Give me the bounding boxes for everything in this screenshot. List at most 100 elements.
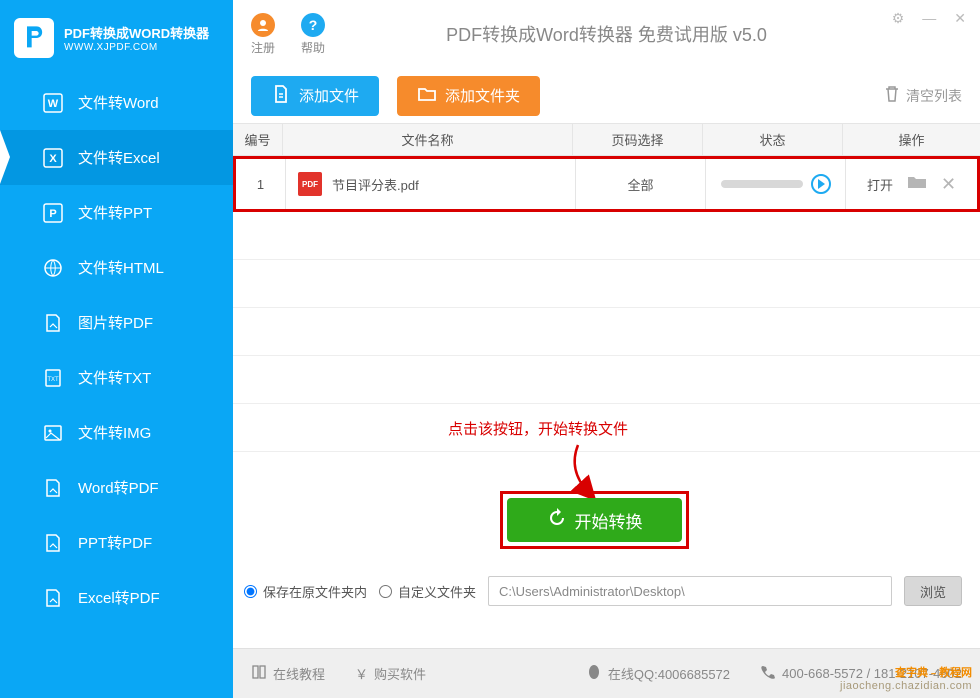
col-num: 编号 (233, 124, 283, 155)
start-button-label: 开始转换 (575, 508, 643, 533)
col-op: 操作 (843, 124, 980, 155)
toolbar: 添加文件 添加文件夹 清空列表 (233, 68, 980, 123)
save-same-folder-radio[interactable]: 保存在原文件夹内 (244, 582, 367, 601)
svg-text:TXT: TXT (47, 377, 59, 383)
row-status (706, 159, 846, 209)
minimize-icon[interactable]: — (922, 10, 936, 27)
table-row[interactable]: 1 PDF 节目评分表.pdf 全部 打开 ✕ (236, 159, 977, 209)
remove-icon[interactable]: ✕ (941, 174, 956, 195)
empty-rows (233, 212, 980, 452)
window-controls: ⚙ — ✕ (892, 10, 966, 27)
add-file-button[interactable]: 添加文件 (251, 76, 379, 116)
buy-link[interactable]: ￥购买软件 (355, 664, 426, 683)
tutorial-link[interactable]: 在线教程 (251, 664, 325, 683)
pdf-icon (42, 312, 64, 334)
ppt-icon: P (42, 202, 64, 224)
qq-contact[interactable]: 在线QQ:4006685572 (586, 664, 730, 683)
play-icon[interactable] (811, 174, 831, 194)
sidebar-item-label: Excel转PDF (78, 587, 160, 608)
browse-button[interactable]: 浏览 (904, 576, 962, 606)
col-page: 页码选择 (573, 124, 703, 155)
phone-icon (760, 664, 776, 683)
start-button-highlight: 开始转换 (500, 491, 689, 549)
row-name-cell: PDF 节目评分表.pdf (286, 159, 576, 209)
file-table: 编号 文件名称 页码选择 状态 操作 1 PDF 节目评分表.pdf 全部 (233, 123, 980, 452)
svg-text:X: X (49, 153, 57, 165)
folder-open-icon[interactable] (907, 174, 927, 195)
row-op: 打开 ✕ (846, 159, 977, 209)
sidebar-menu: W文件转Word X 文件转Excel P 文件转PPT 文件转HTML 图片转PD… (0, 75, 233, 698)
add-file-label: 添加文件 (299, 85, 359, 106)
sidebar-item-img2pdf[interactable]: 图片转PDF (0, 295, 233, 350)
sidebar-item-img[interactable]: 文件转IMG (0, 405, 233, 460)
html-icon (42, 257, 64, 279)
register-label: 注册 (251, 39, 275, 56)
pdf-icon (42, 587, 64, 609)
sidebar-item-label: PPT转PDF (78, 532, 152, 553)
sidebar-item-excel2pdf[interactable]: Excel转PDF (0, 570, 233, 625)
sidebar-item-label: 图片转PDF (78, 312, 153, 333)
sidebar-item-label: 文件转HTML (78, 257, 164, 278)
save-custom-folder-radio[interactable]: 自定义文件夹 (379, 582, 476, 601)
sidebar-item-label: Word转PDF (78, 477, 159, 498)
sidebar-item-label: 文件转Excel (78, 147, 160, 168)
refresh-icon (547, 508, 567, 533)
add-folder-button[interactable]: 添加文件夹 (397, 76, 540, 116)
register-button[interactable]: 注册 (251, 13, 275, 56)
sidebar-item-ppt[interactable]: P 文件转PPT (0, 185, 233, 240)
folder-icon (417, 84, 437, 108)
logo-icon (14, 18, 54, 58)
help-button[interactable]: ? 帮助 (301, 13, 325, 56)
row-page[interactable]: 全部 (576, 159, 706, 209)
pdf-icon (42, 477, 64, 499)
col-status: 状态 (703, 124, 843, 155)
close-icon[interactable]: ✕ (954, 10, 966, 27)
sidebar-item-label: 文件转TXT (78, 367, 151, 388)
col-name: 文件名称 (283, 124, 573, 155)
txt-icon: TXT (42, 367, 64, 389)
save-options: 保存在原文件夹内 自定义文件夹 浏览 (244, 576, 962, 606)
img-icon (42, 422, 64, 444)
save-same-label: 保存在原文件夹内 (263, 582, 367, 601)
svg-text:W: W (48, 98, 59, 110)
row-num: 1 (236, 159, 286, 209)
titlebar: 注册 ? 帮助 PDF转换成Word转换器 免费试用版 v5.0 ⚙ — ✕ (233, 0, 980, 68)
qq-icon (586, 664, 602, 683)
yen-icon: ￥ (355, 664, 368, 683)
settings-icon[interactable]: ⚙ (892, 10, 905, 27)
table-header: 编号 文件名称 页码选择 状态 操作 (233, 124, 980, 156)
open-link[interactable]: 打开 (867, 175, 893, 194)
svg-text:P: P (49, 208, 56, 220)
sidebar: PDF转换成WORD转换器 WWW.XJPDF.COM W文件转Word X 文件… (0, 0, 233, 698)
sidebar-item-html[interactable]: 文件转HTML (0, 240, 233, 295)
pdf-icon (42, 532, 64, 554)
watermark: 查字典﹣教程网 jiaocheng.chazidian.com (840, 664, 972, 692)
book-icon (251, 664, 267, 683)
excel-icon: X (42, 147, 64, 169)
sidebar-item-label: 文件转PPT (78, 202, 152, 223)
clear-list-label: 清空列表 (906, 86, 962, 106)
file-icon (271, 84, 291, 108)
sidebar-item-excel[interactable]: X 文件转Excel (0, 130, 233, 185)
progress-bar (721, 180, 803, 188)
sidebar-item-txt[interactable]: TXT 文件转TXT (0, 350, 233, 405)
help-label: 帮助 (301, 39, 325, 56)
word-icon: W (42, 92, 64, 114)
logo-url: WWW.XJPDF.COM (64, 42, 209, 53)
trash-icon (884, 85, 900, 106)
sidebar-item-word2pdf[interactable]: Word转PDF (0, 460, 233, 515)
pdf-badge-icon: PDF (298, 172, 322, 196)
sidebar-item-ppt2pdf[interactable]: PPT转PDF (0, 515, 233, 570)
sidebar-item-word[interactable]: W文件转Word (0, 75, 233, 130)
help-icon: ? (301, 13, 325, 37)
row-filename: 节目评分表.pdf (332, 175, 419, 194)
user-icon (251, 13, 275, 37)
sidebar-item-label: 文件转IMG (78, 422, 151, 443)
save-path-input[interactable] (488, 576, 892, 606)
clear-list-button[interactable]: 清空列表 (884, 85, 962, 106)
app-title: PDF转换成Word转换器 免费试用版 v5.0 (446, 21, 767, 47)
start-convert-button[interactable]: 开始转换 (507, 498, 682, 542)
add-folder-label: 添加文件夹 (445, 85, 520, 106)
save-custom-label: 自定义文件夹 (398, 582, 476, 601)
logo-title: PDF转换成WORD转换器 (64, 23, 209, 42)
